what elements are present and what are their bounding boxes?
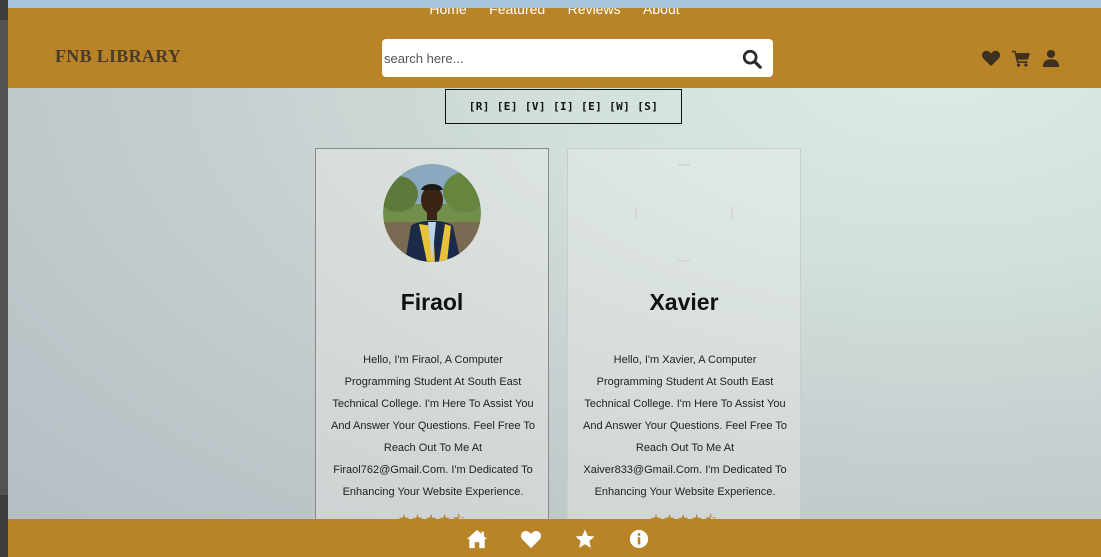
scrollbar-track [0, 20, 8, 495]
search-box [382, 39, 773, 77]
user-icon[interactable] [1041, 49, 1061, 67]
header-icon-group [981, 48, 1061, 68]
page-viewport: Home Featured Reviews About FNB LIBRARY [8, 8, 1101, 557]
cart-icon[interactable] [1011, 49, 1031, 67]
review-text: Hello, I'm Firaol, A Computer Programmin… [330, 354, 536, 498]
review-card: Xavier Hello, I'm Xavier, A Computer Pro… [567, 148, 801, 528]
nav-featured-link[interactable]: Featured [489, 8, 545, 17]
avatar-broken-image [635, 164, 733, 262]
footer-bar [8, 519, 1101, 557]
footer-nav [466, 529, 650, 549]
search-icon[interactable] [741, 48, 763, 70]
top-nav: Home Featured Reviews About [8, 8, 1101, 19]
avatar-photo [383, 164, 481, 262]
browser-left-strip [0, 0, 8, 557]
browser-top-strip [0, 0, 1101, 8]
reviewer-name: Xavier [649, 289, 719, 315]
review-text: Hello, I'm Xavier, A Computer Programmin… [582, 354, 788, 498]
nav-home-link[interactable]: Home [429, 8, 466, 17]
star-icon[interactable] [574, 529, 596, 549]
search-input[interactable] [382, 39, 722, 77]
review-card: Firaol Hello, I'm Firaol, A Computer Pro… [315, 148, 549, 528]
header-bar: Home Featured Reviews About FNB LIBRARY [8, 8, 1101, 88]
heart-icon[interactable] [981, 49, 1001, 67]
reviewer-name: Firaol [400, 289, 464, 315]
home-icon[interactable] [466, 529, 488, 549]
heart-icon[interactable] [520, 529, 542, 549]
info-icon[interactable] [628, 529, 650, 549]
site-logo[interactable]: FNB LIBRARY [55, 46, 181, 67]
nav-about-link[interactable]: About [643, 8, 680, 17]
avatar [635, 164, 733, 262]
reviews-heading: [R] [E] [V] [I] [E] [W] [S] [445, 89, 682, 124]
nav-reviews-link[interactable]: Reviews [568, 8, 621, 17]
avatar [383, 164, 481, 262]
